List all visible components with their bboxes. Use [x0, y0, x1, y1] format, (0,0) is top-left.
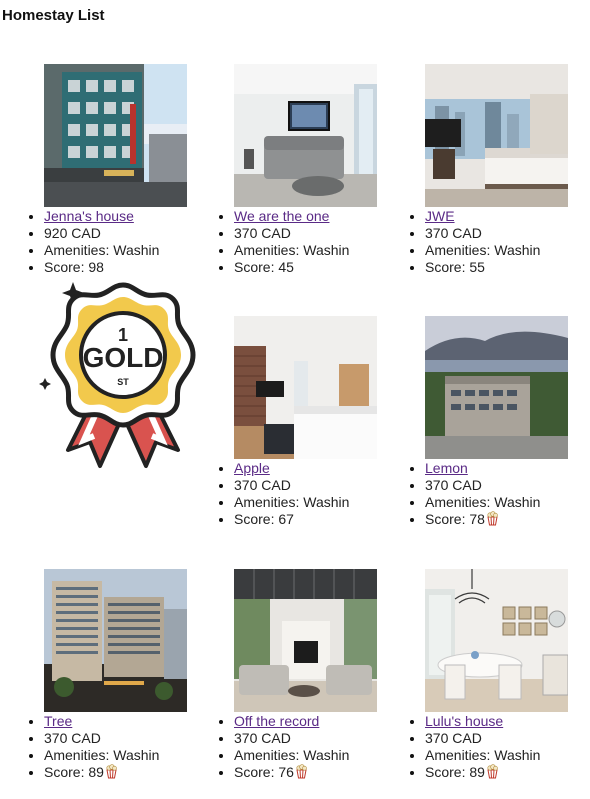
listing-card: Tree 370 CAD Amenities: Washin Score: 89: [44, 569, 214, 781]
listing-details: We are the one 370 CAD Amenities: Washin…: [234, 208, 404, 276]
listing-details: Jenna's house 920 CAD Amenities: Washin …: [44, 208, 214, 276]
gold-medal-image: 1 GOLD ST: [38, 280, 208, 480]
listing-score: Score: 89: [44, 764, 104, 780]
listing-link[interactable]: Off the record: [234, 713, 319, 729]
listing-amenities: Amenities: Washin: [425, 494, 590, 511]
listing-amenities: Amenities: Washin: [234, 747, 404, 764]
listing-amenities: Amenities: Washin: [44, 747, 214, 764]
popcorn-icon: [295, 764, 308, 779]
listing-price: 370 CAD: [425, 730, 590, 747]
listing-link[interactable]: Lemon: [425, 460, 468, 476]
listing-score: Score: 78: [425, 511, 485, 527]
listing-amenities: Amenities: Washin: [234, 494, 404, 511]
popcorn-icon: [486, 511, 499, 526]
listing-card: We are the one 370 CAD Amenities: Washin…: [234, 64, 404, 276]
listing-score: Score: 45: [234, 259, 404, 276]
listing-amenities: Amenities: Washin: [234, 242, 404, 259]
listing-details: Off the record 370 CAD Amenities: Washin…: [234, 713, 404, 781]
page-title: Homestay List: [2, 7, 105, 24]
listing-photo: [425, 316, 568, 459]
listing-price: 370 CAD: [425, 477, 590, 494]
listing-score: Score: 98: [44, 259, 214, 276]
listing-photo: [44, 64, 187, 207]
popcorn-icon: [105, 764, 118, 779]
listing-card: JWE 370 CAD Amenities: Washin Score: 55: [425, 64, 590, 276]
listing-photo: [425, 64, 568, 207]
listing-price: 370 CAD: [425, 225, 590, 242]
listing-details: Lulu's house 370 CAD Amenities: Washin S…: [425, 713, 590, 781]
listing-link[interactable]: JWE: [425, 208, 455, 224]
listing-photo: [234, 569, 377, 712]
listing-price: 370 CAD: [234, 730, 404, 747]
listing-score: Score: 89: [425, 764, 485, 780]
listing-link[interactable]: We are the one: [234, 208, 329, 224]
listing-photo: [234, 316, 377, 459]
svg-text:ST: ST: [117, 377, 129, 387]
listing-score: Score: 55: [425, 259, 590, 276]
listing-score: Score: 67: [234, 511, 404, 528]
listing-details: Apple 370 CAD Amenities: Washin Score: 6…: [234, 460, 404, 528]
listing-price: 370 CAD: [234, 477, 404, 494]
listing-details: JWE 370 CAD Amenities: Washin Score: 55: [425, 208, 590, 276]
listing-photo: [425, 569, 568, 712]
listing-price: 370 CAD: [234, 225, 404, 242]
listing-link[interactable]: Tree: [44, 713, 72, 729]
listing-photo: [234, 64, 377, 207]
listing-link[interactable]: Lulu's house: [425, 713, 503, 729]
listing-card: Apple 370 CAD Amenities: Washin Score: 6…: [234, 316, 404, 528]
listing-photo: [44, 569, 187, 712]
listing-price: 920 CAD: [44, 225, 214, 242]
listing-amenities: Amenities: Washin: [425, 242, 590, 259]
listing-card: Lulu's house 370 CAD Amenities: Washin S…: [425, 569, 590, 781]
listing-details: Lemon 370 CAD Amenities: Washin Score: 7…: [425, 460, 590, 528]
listing-link[interactable]: Jenna's house: [44, 208, 134, 224]
listing-card: Lemon 370 CAD Amenities: Washin Score: 7…: [425, 316, 590, 528]
listing-link[interactable]: Apple: [234, 460, 270, 476]
listing-card: Off the record 370 CAD Amenities: Washin…: [234, 569, 404, 781]
svg-text:GOLD: GOLD: [83, 342, 164, 373]
listing-score: Score: 76: [234, 764, 294, 780]
listing-amenities: Amenities: Washin: [425, 747, 590, 764]
listing-card: Jenna's house 920 CAD Amenities: Washin …: [44, 64, 214, 276]
listing-amenities: Amenities: Washin: [44, 242, 214, 259]
listing-details: Tree 370 CAD Amenities: Washin Score: 89: [44, 713, 214, 781]
listing-price: 370 CAD: [44, 730, 214, 747]
popcorn-icon: [486, 764, 499, 779]
